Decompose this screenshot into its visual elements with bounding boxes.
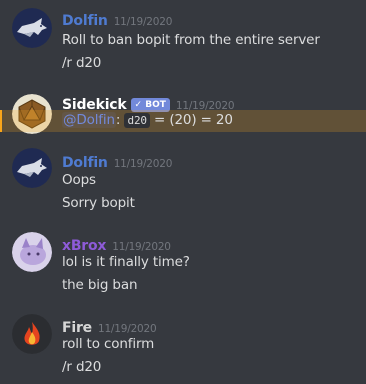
inline-code: d20 — [124, 113, 150, 128]
message-text: @Dolfin: d20 = (20) = 20 — [62, 112, 233, 128]
mention-bar — [0, 110, 2, 132]
username[interactable]: xBrox — [62, 238, 106, 254]
avatar[interactable] — [12, 314, 52, 354]
message-text: Sorry bopit — [62, 195, 135, 211]
message-text: /r d20 — [62, 55, 102, 71]
user-mention[interactable]: @Dolfin — [62, 112, 116, 128]
message-text: roll to confirm — [62, 336, 155, 352]
message-text: lol is it finally time? — [62, 254, 190, 270]
username[interactable]: Dolfin — [62, 155, 108, 171]
avatar[interactable] — [12, 148, 52, 188]
message-text: Roll to ban bopit from the entire server — [62, 32, 320, 48]
username[interactable]: Fire — [62, 320, 92, 336]
message-text: /r d20 — [62, 359, 102, 375]
timestamp: 11/19/2020 — [97, 323, 157, 335]
purple-creature-avatar-icon — [12, 232, 52, 272]
username[interactable]: Dolfin — [62, 13, 108, 29]
dolphin-avatar-icon — [12, 8, 52, 48]
timestamp: 11/19/2020 — [113, 16, 173, 28]
message-text: the big ban — [62, 277, 138, 293]
avatar[interactable] — [12, 8, 52, 48]
dolphin-avatar-icon — [12, 148, 52, 188]
fire-avatar-icon — [12, 314, 52, 354]
timestamp: 11/19/2020 — [112, 241, 171, 253]
message-text: Oops — [62, 172, 96, 188]
roll-result: = (20) = 20 — [149, 112, 233, 128]
timestamp: 11/19/2020 — [113, 158, 173, 170]
avatar[interactable] — [12, 232, 52, 272]
